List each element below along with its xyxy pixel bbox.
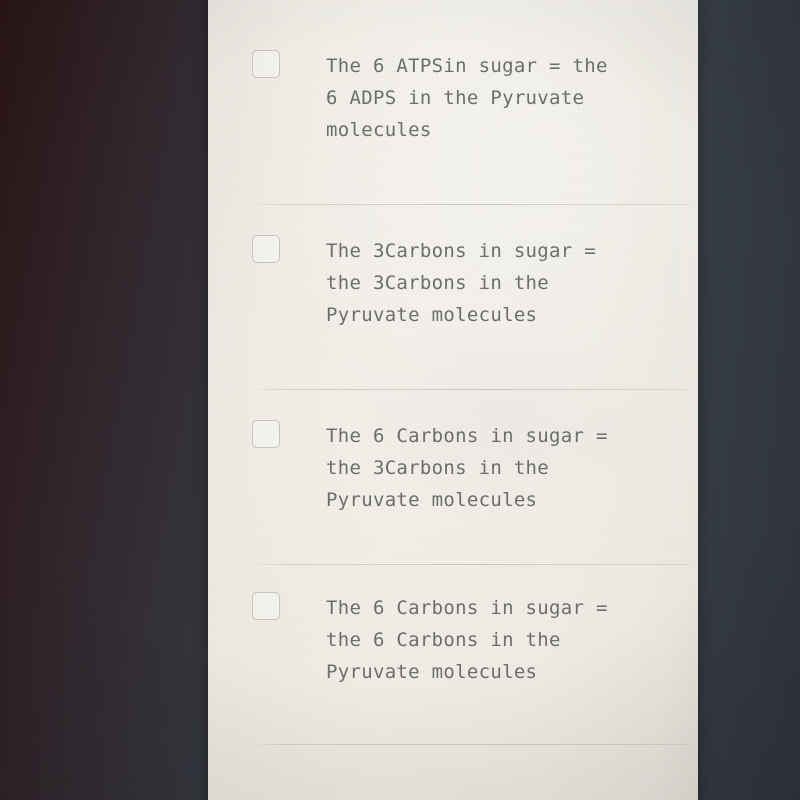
option-separator (250, 744, 698, 745)
dark-backdrop-right (690, 0, 800, 800)
empty-checkbox-icon[interactable] (252, 235, 280, 263)
answer-option-label: The 6 Carbons in sugar = the 3Carbons in… (326, 425, 608, 511)
answer-option-label: The 6 ATPSin sugar = the 6 ADPS in the P… (326, 55, 608, 141)
answer-option-2[interactable]: The 3Carbons in sugar = the 3Carbons in … (208, 205, 698, 390)
device-screen: The 6 ATPSin sugar = the 6 ADPS in the P… (208, 0, 698, 800)
answer-option-3[interactable]: The 6 Carbons in sugar = the 3Carbons in… (208, 390, 698, 565)
empty-checkbox-icon[interactable] (252, 50, 280, 78)
empty-checkbox-icon[interactable] (252, 592, 280, 620)
photo-of-screen: The 6 ATPSin sugar = the 6 ADPS in the P… (0, 0, 800, 800)
answer-option-1[interactable]: The 6 ATPSin sugar = the 6 ADPS in the P… (208, 0, 698, 205)
answer-option-label: The 6 Carbons in sugar = the 6 Carbons i… (326, 597, 608, 683)
answer-option-4[interactable]: The 6 Carbons in sugar = the 6 Carbons i… (208, 565, 698, 745)
answer-option-label: The 3Carbons in sugar = the 3Carbons in … (326, 240, 596, 326)
answer-option-list: The 6 ATPSin sugar = the 6 ADPS in the P… (208, 0, 698, 745)
empty-checkbox-icon[interactable] (252, 420, 280, 448)
